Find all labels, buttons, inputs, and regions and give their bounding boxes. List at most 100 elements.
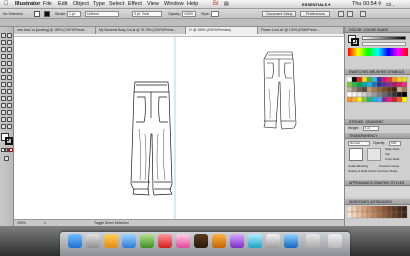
appearance-panel-header[interactable]: APPEARANCE GRAPHIC STYLES xyxy=(345,180,410,186)
column-graph-tool-icon[interactable] xyxy=(7,110,12,115)
line-tool-icon[interactable] xyxy=(1,54,6,59)
color-panel-title[interactable]: COLOR xyxy=(349,28,361,32)
color-panel-header[interactable]: COLOR COLOR GUIDE xyxy=(345,27,410,33)
symbol-sprayer-tool-icon[interactable] xyxy=(1,110,6,115)
menu-window[interactable]: Window xyxy=(164,0,184,9)
artboard-canvas[interactable] xyxy=(14,34,344,219)
preview-icon[interactable] xyxy=(248,234,262,248)
system-preferences-icon[interactable] xyxy=(86,234,100,248)
menu-edit[interactable]: Edit xyxy=(58,0,67,9)
document-setup-button[interactable]: Document Setup xyxy=(262,11,296,17)
tab-students-body-cut[interactable]: My Students Body Cut.ai @ 76.75% (CMYK/P… xyxy=(96,27,186,34)
width-tool-icon[interactable] xyxy=(1,82,6,87)
selection-tool-icon[interactable] xyxy=(1,33,6,38)
invert-mask-checkbox[interactable]: Invert Mask xyxy=(385,157,399,162)
eraser-tool-icon[interactable] xyxy=(7,68,12,73)
brush-dropdown[interactable]: 3 pt. Oval xyxy=(132,11,162,17)
swatch-grid[interactable] xyxy=(347,77,409,121)
app-menu[interactable]: Illustrator xyxy=(15,0,40,9)
swatches-panel-header[interactable]: SWATCHES BRUSHES SYMBOLS xyxy=(345,69,410,75)
preferences-button[interactable]: Preferences xyxy=(300,11,330,17)
finder-icon[interactable] xyxy=(68,234,82,248)
pen-tool-icon[interactable] xyxy=(1,47,6,52)
menu-object[interactable]: Object xyxy=(73,0,89,9)
blob-brush-tool-icon[interactable] xyxy=(1,68,6,73)
artboard-tool-icon[interactable] xyxy=(1,117,6,122)
appearance-panel-title[interactable]: APPEARANCE xyxy=(349,181,373,185)
graphic-styles-tab[interactable]: GRAPHIC STYLES xyxy=(374,181,404,185)
tab-new-shot[interactable]: new shot 1a [working] @ 150% (CMYK/Previ… xyxy=(14,27,96,34)
style-swatch[interactable] xyxy=(211,11,219,17)
app-store-icon[interactable] xyxy=(284,234,298,248)
transform-icon[interactable] xyxy=(347,11,353,17)
shape-builder-tool-icon[interactable] xyxy=(1,89,6,94)
tab-flower[interactable]: Flower 4.eol.ai* @ 100% (RGB/Previe... xyxy=(258,27,344,34)
opacity-mask-thumbnail[interactable] xyxy=(367,148,381,161)
zoom-tool-icon[interactable] xyxy=(7,124,12,129)
menu-select[interactable]: Select xyxy=(109,0,124,9)
blend-tool-icon[interactable] xyxy=(7,103,12,108)
opacity-mask-knockout-checkbox[interactable]: Opacity & Mask Define Knockout Shape xyxy=(348,169,398,174)
trousers-large[interactable] xyxy=(130,81,173,196)
bridge-icon[interactable]: Br xyxy=(213,0,219,9)
free-transform-tool-icon[interactable] xyxy=(7,82,12,87)
stroke-panel-header[interactable]: STROKE GRADIENT xyxy=(345,119,410,125)
fill-swatch[interactable] xyxy=(34,11,40,17)
transparency-panel-header[interactable]: TRANSPARENCY xyxy=(345,133,410,139)
indesign-icon[interactable] xyxy=(230,234,244,248)
type-tool-icon[interactable] xyxy=(7,47,12,52)
color-stroke-icon[interactable] xyxy=(351,38,359,46)
trash-icon[interactable] xyxy=(328,234,342,248)
menu-type[interactable]: Type xyxy=(93,0,105,9)
stroke-panel-title[interactable]: STROKE xyxy=(349,120,363,124)
itunes-icon[interactable] xyxy=(176,234,190,248)
mesh-tool-icon[interactable] xyxy=(1,96,6,101)
tab-current-document[interactable]: 1* @ 150% (CMYK/Preview) xyxy=(186,27,258,34)
align-icon[interactable] xyxy=(338,11,344,17)
variable-width-dropdown[interactable]: Uniform xyxy=(85,11,119,17)
rotate-tool-icon[interactable] xyxy=(1,75,6,80)
illustrator-icon[interactable] xyxy=(212,234,226,248)
search-icon[interactable]: ⚲ xyxy=(378,0,382,9)
paintbrush-tool-icon[interactable] xyxy=(1,61,6,66)
stroke-weight-field[interactable]: 1 pt xyxy=(67,11,81,17)
none-mode-icon[interactable] xyxy=(9,148,13,152)
screen-mode-icon[interactable] xyxy=(4,156,9,161)
apple-menu-icon[interactable]:  xyxy=(4,0,9,9)
stroke-weight-input[interactable]: 1 pt xyxy=(363,126,379,131)
color-slider[interactable] xyxy=(362,36,406,40)
menu-effect[interactable]: Effect xyxy=(128,0,142,9)
user-name[interactable]: Cli... xyxy=(386,0,395,9)
slice-tool-icon[interactable] xyxy=(7,117,12,122)
trousers-small[interactable] xyxy=(263,51,297,130)
downloads-stack-icon[interactable] xyxy=(306,234,320,248)
workspace-switcher[interactable]: ESSENTIALS ▾ xyxy=(302,0,330,9)
direct-selection-tool-icon[interactable] xyxy=(7,33,12,38)
color-value-field[interactable] xyxy=(362,42,406,46)
safari-icon[interactable] xyxy=(104,234,118,248)
skintone-swatches[interactable] xyxy=(347,206,409,224)
hand-tool-icon[interactable] xyxy=(1,124,6,129)
menu-file[interactable]: File xyxy=(43,0,52,9)
scale-tool-icon[interactable] xyxy=(7,75,12,80)
textedit-icon[interactable] xyxy=(266,234,280,248)
stroke-color-icon[interactable] xyxy=(5,137,13,145)
menu-view[interactable]: View xyxy=(147,0,159,9)
menu-help[interactable]: Help xyxy=(187,0,198,9)
eyedropper-tool-icon[interactable] xyxy=(1,103,6,108)
swatches-panel-title[interactable]: SWATCHES xyxy=(349,70,368,74)
stroke-swatch[interactable] xyxy=(44,11,50,17)
skintones-panel-header[interactable]: SKINTONES ARTBOARDS xyxy=(345,199,410,205)
facetime-icon[interactable] xyxy=(140,234,154,248)
brushes-tab[interactable]: BRUSHES xyxy=(369,70,386,74)
symbols-tab[interactable]: SYMBOLS xyxy=(387,70,404,74)
gradient-tab[interactable]: GRADIENT xyxy=(365,120,383,124)
artboards-tab[interactable]: ARTBOARDS xyxy=(370,200,392,204)
lasso-tool-icon[interactable] xyxy=(7,40,12,45)
transparency-opacity-input[interactable]: 100 xyxy=(389,141,401,146)
arrange-icon[interactable]: ▤ xyxy=(224,0,229,9)
calendar-icon[interactable] xyxy=(158,234,172,248)
photoshop-icon[interactable] xyxy=(194,234,208,248)
pencil-tool-icon[interactable] xyxy=(7,61,12,66)
perspective-grid-tool-icon[interactable] xyxy=(7,89,12,94)
